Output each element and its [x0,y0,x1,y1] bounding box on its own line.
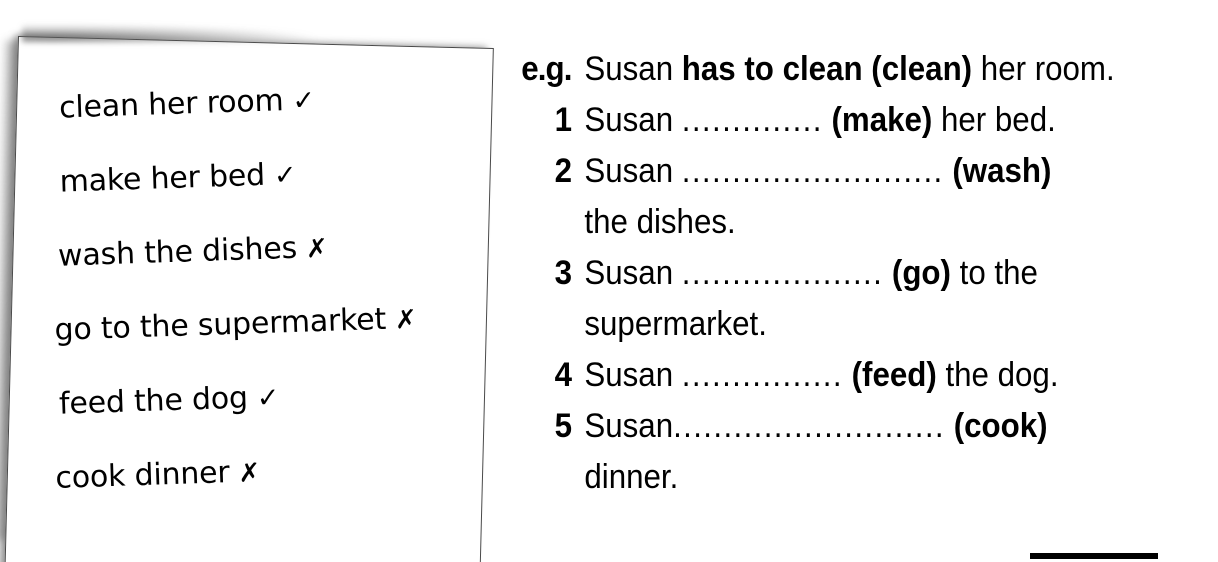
exercise-page: clean her room ✓ make her bed ✓ wash the d… [0,0,1218,562]
cross-icon: ✗ [305,233,329,265]
check-icon: ✓ [291,85,316,117]
sentence-2: Susan .......................... (wash) [584,146,1051,197]
exercise-line-3: 3 Susan .................... (go) to the [520,248,1162,299]
note-card-region: clean her room ✓ make her bed ✓ wash the d… [0,0,530,562]
check-icon: ✓ [256,382,280,415]
exercise-line-3-wrap: supermarket. [520,299,1162,350]
exercise-line-4: 4 Susan ................ (feed) the dog. [520,350,1162,401]
chore-text: make her bed [59,157,266,200]
list-item: cook dinner ✗ [54,428,490,516]
sentence-3: Susan .................... (go) to the [584,248,1038,299]
verb-cue: (feed) [842,356,937,394]
sentence-1: Susan .............. (make) her bed. [584,95,1055,146]
item-number: 3 [554,254,572,292]
example-answer: has to clean [681,50,863,88]
answer-blank[interactable]: .......................... [682,152,944,190]
sentence-tail: her bed. [932,101,1056,139]
sentence-4: Susan ................ (feed) the dog. [584,350,1058,401]
item-number: 1 [554,101,572,139]
chore-text: wash the dishes [57,230,298,274]
verb-cue: (clean) [862,50,973,88]
sentence-tail: to the [950,254,1038,292]
exercise-line-1: 1 Susan .............. (make) her bed. [520,95,1162,146]
chore-text: feed the dog [58,380,249,422]
answer-blank[interactable]: ........................... [673,407,945,445]
cross-icon: ✗ [394,304,418,336]
chore-text: go to the supermarket [53,301,387,348]
sentence-continuation: supermarket. [584,305,767,343]
sentence-subject: Susan [584,101,682,139]
sentence-continuation: dinner. [584,458,679,496]
chore-text: clean her room [58,83,285,126]
answer-blank[interactable]: .............. [682,101,823,139]
sentence-subject: Susan [584,356,682,394]
list-item: make her bed ✓ [58,132,480,220]
sentence-subject: Susan [584,254,682,292]
exercise-text-block: e.g. Susan has to clean (clean) her room… [520,44,1218,544]
sentence-continuation: the dishes. [584,203,736,241]
example-label: e.g. [521,50,572,88]
example-sentence: Susan has to clean (clean) her room. [584,44,1114,95]
check-icon: ✓ [273,159,297,192]
item-number: 2 [554,152,572,190]
item-number: 4 [554,356,572,394]
chore-text: cook dinner [54,455,231,496]
cross-icon: ✗ [238,458,261,489]
verb-cue: (make) [822,101,933,139]
exercise-line-5: 5 Susan........................... (cook… [520,401,1162,452]
item-number: 5 [554,407,572,445]
list-item: wash the dishes ✗ [57,206,483,294]
exercise-line-2: 2 Susan .......................... (wash… [520,146,1162,197]
verb-cue: (wash) [943,152,1052,190]
sentence-tail: her room. [972,50,1115,88]
answer-blank[interactable]: .................... [682,254,883,292]
list-item: feed the dog ✓ [58,354,488,442]
list-item: go to the supermarket ✗ [53,280,485,368]
exercise-line-5-wrap: dinner. [520,452,1162,503]
sentence-subject: Susan [584,50,682,88]
answer-blank[interactable]: ................ [682,356,843,394]
verb-cue: (cook) [945,407,1048,445]
sentence-5: Susan........................... (cook) [584,401,1047,452]
sentence-subject: Susan [584,407,674,445]
page-footer-rule [1030,553,1158,559]
exercise-line-example: e.g. Susan has to clean (clean) her room… [520,44,1162,95]
chore-list: clean her room ✓ make her bed ✓ wash the d… [46,58,490,516]
exercise-line-2-wrap: the dishes. [520,197,1162,248]
verb-cue: (go) [883,254,951,292]
list-item: clean her room ✓ [58,58,478,146]
sentence-tail: the dog. [936,356,1059,394]
sentence-subject: Susan [584,152,682,190]
